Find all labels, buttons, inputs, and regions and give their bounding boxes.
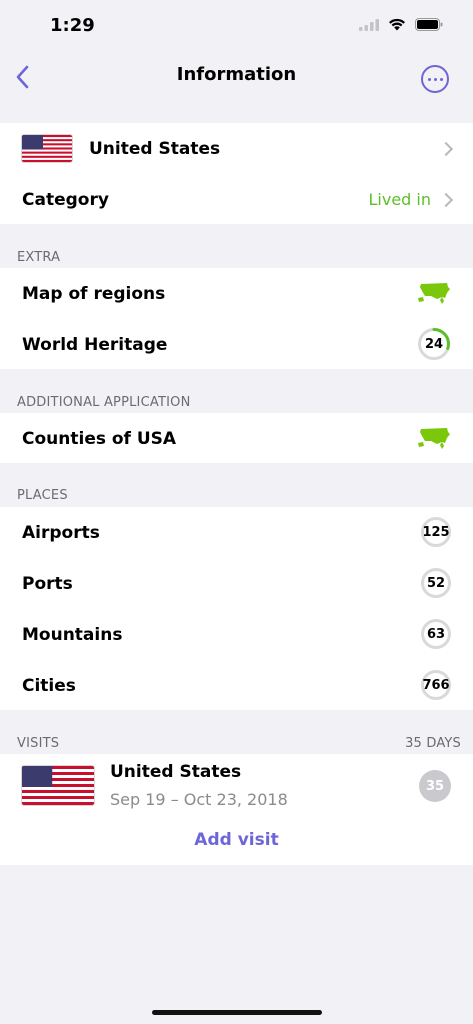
places-count-badge: 63: [421, 619, 451, 649]
add-visit-button[interactable]: Add visit: [0, 830, 473, 850]
world-heritage-count: 24: [424, 336, 444, 352]
home-indicator: [152, 1010, 322, 1015]
places-label: Ports: [22, 573, 73, 594]
world-heritage-row[interactable]: World Heritage 24: [0, 319, 473, 370]
places-row-ports[interactable]: Ports 52: [0, 558, 473, 609]
signal-icon: [359, 18, 379, 31]
places-count-badge: 766: [421, 670, 451, 700]
usa-map-icon: [418, 428, 450, 449]
visit-row[interactable]: United States Sep 19 – Oct 23, 2018 35: [0, 754, 473, 818]
category-value: Lived in: [368, 190, 432, 209]
us-flag-icon: [22, 766, 94, 805]
page-title: Information: [176, 64, 297, 85]
section-header-places: PLACES: [17, 488, 68, 503]
places-row-cities[interactable]: Cities 766: [0, 660, 473, 711]
country-name: United States: [89, 138, 221, 159]
visits-total-days: 35 DAYS: [405, 736, 461, 751]
section-header-visits: VISITS: [17, 736, 60, 751]
wifi-icon: [389, 18, 405, 31]
chevron-right-icon: [438, 141, 454, 156]
map-of-regions-label: Map of regions: [22, 283, 166, 304]
usa-map-icon: [418, 283, 450, 304]
places-count-badge: 125: [421, 517, 451, 547]
visit-days-badge: 35: [419, 770, 451, 802]
extra-group: Map of regions World Heritage 24: [0, 268, 473, 369]
places-group: Airports 125 Ports 52 Mountains 63 Citie…: [0, 507, 473, 710]
status-bar: 1:29: [0, 0, 473, 52]
country-group: United States Category Lived in: [0, 123, 473, 224]
section-header-extra: EXTRA: [17, 250, 61, 265]
places-label: Airports: [22, 522, 100, 543]
visit-dates: Sep 19 – Oct 23, 2018: [110, 790, 288, 809]
us-flag-icon: [22, 135, 72, 162]
country-row[interactable]: United States: [0, 123, 473, 174]
visit-country: United States: [110, 762, 242, 782]
more-dot: [439, 77, 443, 81]
places-label: Mountains: [22, 624, 123, 645]
places-row-mountains[interactable]: Mountains 63: [0, 609, 473, 660]
battery-icon: [415, 18, 443, 31]
category-label: Category: [22, 189, 109, 210]
counties-label: Counties of USA: [22, 428, 177, 449]
category-row[interactable]: Category Lived in: [0, 174, 473, 225]
places-row-airports[interactable]: Airports 125: [0, 507, 473, 558]
places-count-badge: 52: [421, 568, 451, 598]
places-label: Cities: [22, 675, 76, 696]
visits-group: United States Sep 19 – Oct 23, 2018 35 A…: [0, 754, 473, 865]
additional-group: Counties of USA: [0, 413, 473, 463]
more-dot: [433, 77, 437, 81]
more-dot: [427, 77, 431, 81]
navigation-bar: Information: [0, 52, 473, 102]
status-icons: [359, 18, 443, 31]
section-header-additional: ADDITIONAL APPLICATION: [17, 395, 191, 410]
map-of-regions-row[interactable]: Map of regions: [0, 268, 473, 319]
more-options-button[interactable]: [421, 65, 449, 93]
counties-row[interactable]: Counties of USA: [0, 413, 473, 464]
chevron-right-icon: [438, 192, 454, 207]
world-heritage-label: World Heritage: [22, 334, 168, 355]
status-time: 1:29: [50, 15, 95, 36]
